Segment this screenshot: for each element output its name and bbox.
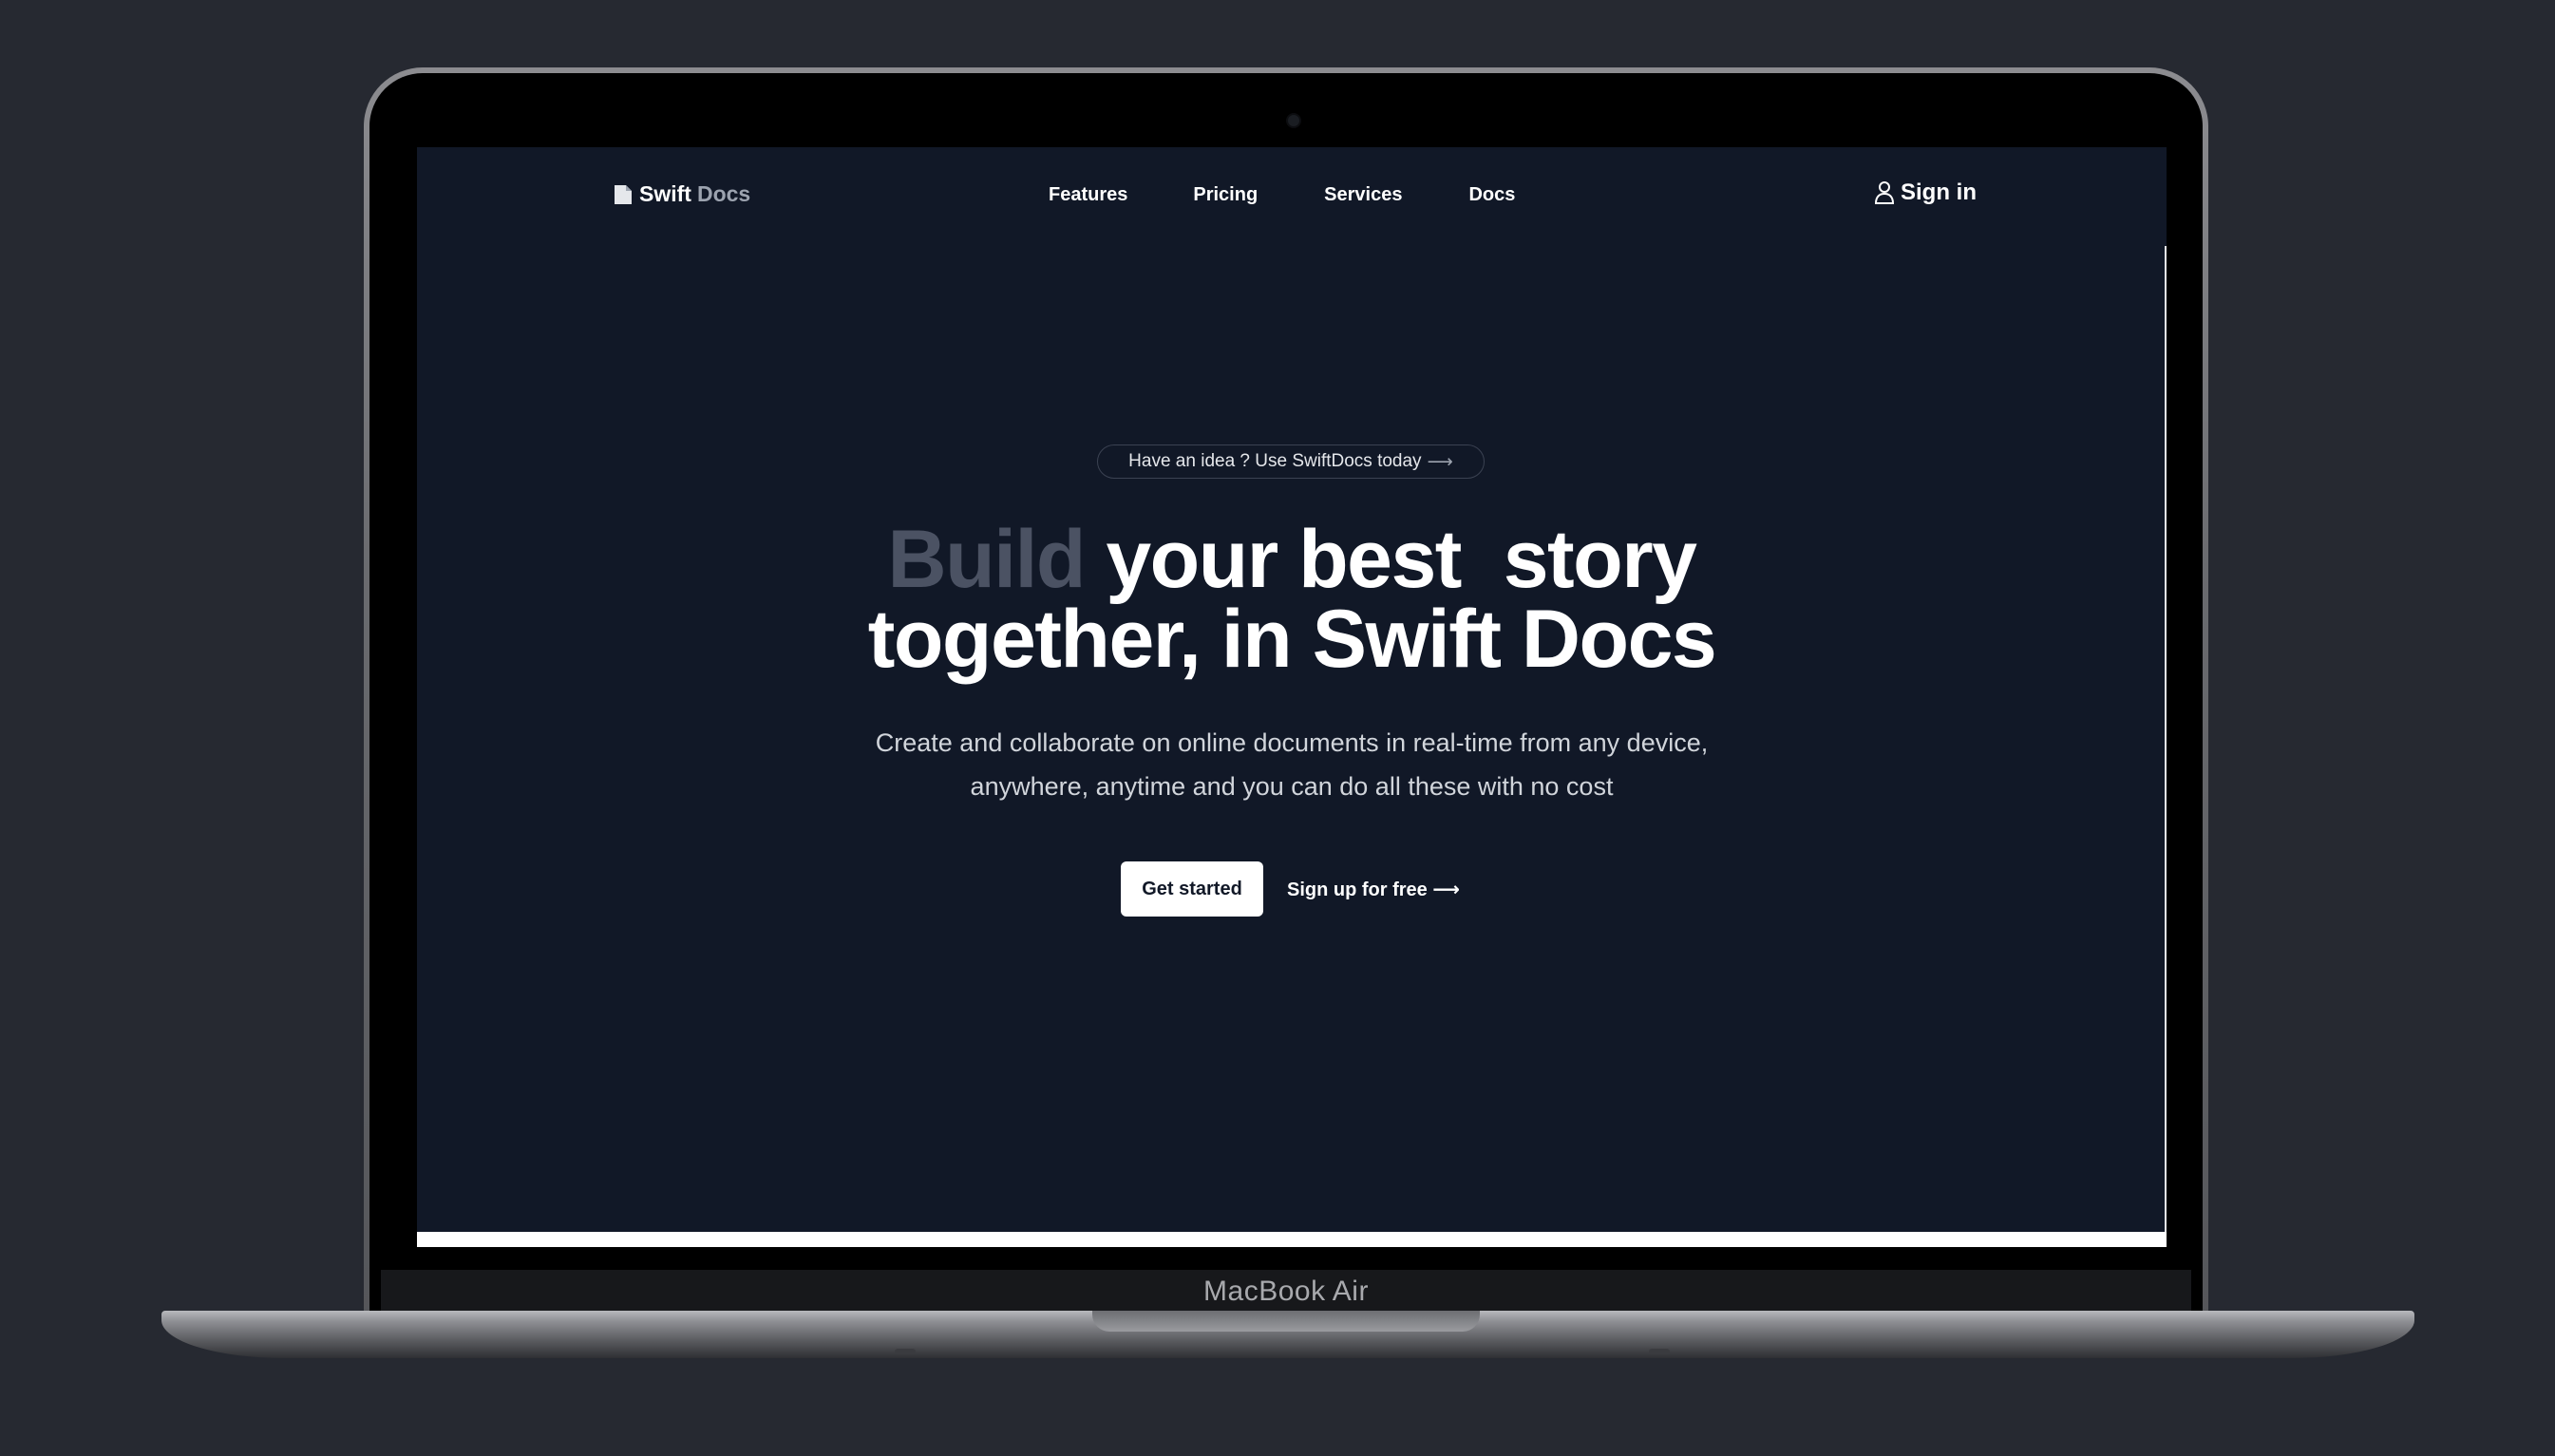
sign-in-button[interactable]: Sign in (1874, 180, 1977, 206)
laptop-lid: Swift Docs Features Pricing Services Doc… (364, 67, 2208, 1317)
laptop-base (161, 1311, 2414, 1358)
subtitle-line-1: Create and collaborate on online documen… (875, 728, 1709, 757)
opening-notch (1092, 1311, 1480, 1332)
arrow-right-icon: ⟶ (1427, 451, 1453, 472)
screen-bezel: Swift Docs Features Pricing Services Doc… (369, 73, 2203, 1317)
badge-text: Have an idea ? Use SwiftDocs today (1128, 451, 1422, 471)
hero-headline: Build your best story together, in Swift… (417, 519, 2167, 685)
hero-subtitle: Create and collaborate on online documen… (417, 721, 2167, 808)
headline-line-1-rest: your best story (1106, 514, 1697, 605)
nav-link-docs[interactable]: Docs (1468, 184, 1515, 206)
scrollbar[interactable] (2165, 246, 2167, 1234)
user-icon (1874, 181, 1895, 204)
sign-in-label: Sign in (1901, 180, 1977, 205)
page-background: Swift Docs Features Pricing Services Doc… (0, 0, 2555, 1456)
nav-link-pricing[interactable]: Pricing (1193, 184, 1258, 206)
subtitle-line-2: anywhere, anytime and you can do all the… (970, 772, 1614, 801)
get-started-button[interactable]: Get started (1121, 861, 1263, 917)
nav-links: Features Pricing Services Docs (1049, 184, 1515, 206)
document-icon (615, 184, 632, 204)
headline-line-2: together, in Swift Docs (867, 594, 1717, 685)
nav-link-services[interactable]: Services (1324, 184, 1402, 206)
camera-icon (1288, 115, 1299, 126)
model-label: MacBook Air (1203, 1276, 1369, 1307)
logo-secondary-text: Docs (696, 181, 751, 206)
laptop-foot (895, 1349, 916, 1354)
laptop-foot (1649, 1349, 1670, 1354)
announcement-badge[interactable]: Have an idea ? Use SwiftDocs today ⟶ (1097, 444, 1485, 479)
logo[interactable]: Swift Docs (613, 181, 750, 207)
bottom-section-edge (417, 1232, 2167, 1247)
sign-up-free-link[interactable]: Sign up for free ⟶ (1278, 861, 1469, 917)
browser-viewport: Swift Docs Features Pricing Services Doc… (417, 147, 2167, 1247)
top-navigation: Swift Docs Features Pricing Services Doc… (417, 147, 2167, 246)
headline-muted-word: Build (887, 514, 1086, 605)
logo-primary-text: Swift (639, 181, 691, 206)
headline-line-1: Build your best story (417, 519, 2167, 600)
nav-link-features[interactable]: Features (1049, 184, 1127, 206)
